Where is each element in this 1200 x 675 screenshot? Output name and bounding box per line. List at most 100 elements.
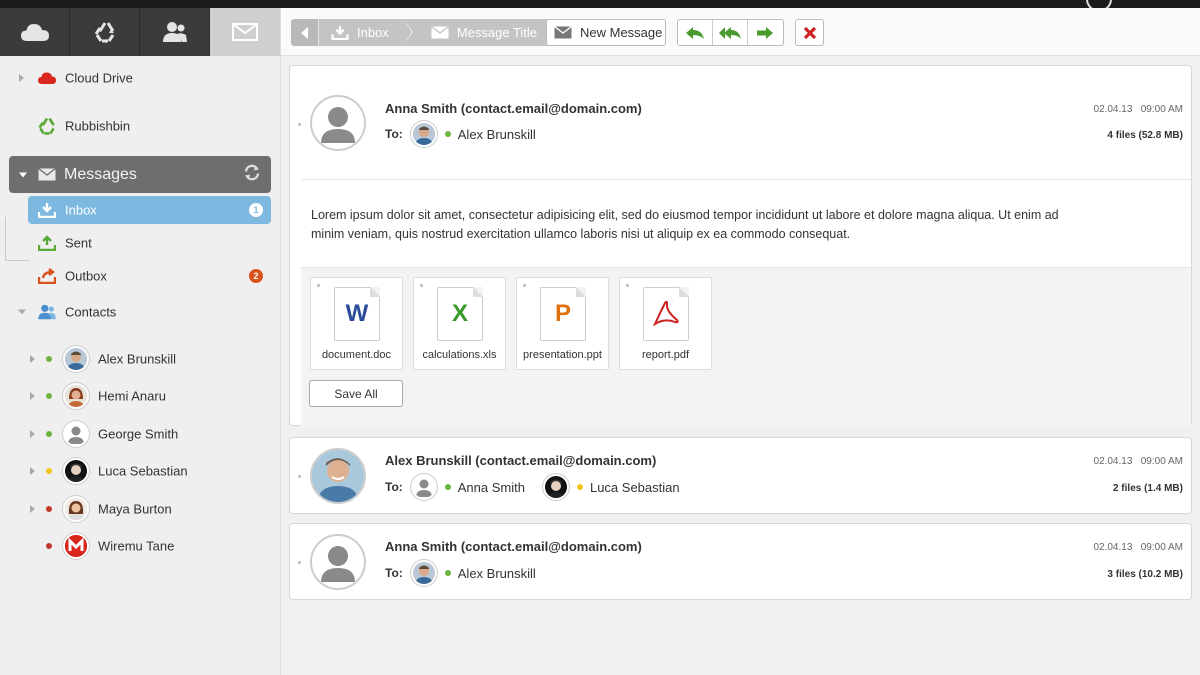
avatar [63,495,89,522]
outbox-badge: 2 [249,268,263,283]
recipient[interactable]: Alex Brunskill [410,560,536,586]
attachment-name: presentation.ppt [523,349,602,361]
chevron-right-icon[interactable] [30,504,35,513]
breadcrumb-inbox[interactable]: Inbox [318,19,413,46]
sender-name: Alex Brunskill (contact.email@domain.com… [385,453,657,468]
breadcrumb-label: Message Title [456,25,538,40]
forward-button[interactable] [748,20,783,45]
chevron-down-icon[interactable] [19,172,27,177]
avatar [410,474,437,500]
excel-file-icon: X [437,287,483,341]
cloud-icon [20,24,49,41]
inbox-icon [331,25,349,40]
message-date: 02.04.13 09:00 AM [1093,542,1183,553]
inbox-icon [37,201,57,219]
chevron-right-icon[interactable] [19,74,24,82]
chevron-right-icon[interactable] [30,467,35,476]
tab-messages[interactable] [210,8,280,56]
recipients: To: Alex Brunskill [385,121,554,147]
sender-name: Anna Smith (contact.email@domain.com) [385,101,642,116]
recipients: To: Anna Smith Luca Sebastian [385,474,698,500]
attachment-xls[interactable]: X calculations.xls [413,277,506,370]
avatar [410,560,437,586]
message-card[interactable]: Anna Smith (contact.email@domain.com) To… [289,523,1192,600]
contact-item[interactable]: Luca Sebastian [0,453,280,491]
sync-icon[interactable] [243,163,261,186]
sidebar-item-messages[interactable]: Messages [9,156,271,193]
tab-contacts[interactable] [140,8,210,56]
attachment-doc[interactable]: W document.doc [310,277,403,370]
avatar [542,474,569,500]
sidebar-item-inbox[interactable]: Inbox 1 [28,196,271,224]
to-label: To: [385,566,403,580]
new-message-button[interactable]: New Message [546,19,666,46]
recipient[interactable]: Anna Smith [410,474,525,500]
status-busy-dot [46,543,52,550]
status-online-dot [46,393,52,400]
recipients: To: Alex Brunskill [385,560,554,586]
contact-item[interactable]: George Smith [0,415,280,453]
app-tabs [0,8,280,56]
sender-avatar [310,95,366,151]
recipient[interactable]: Luca Sebastian [542,474,680,500]
reply-all-button[interactable] [713,20,748,45]
contact-item[interactable]: Hemi Anaru [0,378,280,416]
attachments-panel: W document.doc X calculations.xls P pres… [301,267,1191,427]
mail-icon [554,26,572,39]
sidebar-item-label: Messages [64,165,137,183]
sidebar-item-cloud-drive[interactable]: Cloud Drive [0,60,280,96]
recipient-name: Anna Smith [457,479,525,495]
attachment-ppt[interactable]: P presentation.ppt [516,277,609,370]
tab-rubbishbin[interactable] [70,8,140,56]
chevron-right-icon[interactable] [30,354,35,363]
sidebar-item-sent[interactable]: Sent [0,226,280,259]
outbox-icon [37,267,57,285]
powerpoint-file-icon: P [540,287,586,341]
status-busy-dot [46,505,52,512]
contacts-icon [37,303,57,321]
cloud-icon [37,69,57,87]
sidebar-item-label: Rubbishbin [65,118,131,134]
sidebar-item-label: Outbox [65,268,107,283]
sidebar-item-contacts[interactable]: Contacts [0,292,280,332]
avatar [410,121,437,147]
breadcrumb-message-title[interactable]: Message Title [402,19,552,46]
contact-item[interactable]: Alex Brunskill [0,340,280,378]
message-thread: Anna Smith (contact.email@domain.com) To… [281,56,1200,675]
contact-item[interactable]: Maya Burton [0,490,280,528]
chevron-left-icon [300,26,308,39]
delete-button[interactable] [795,19,824,46]
status-away-dot [576,484,583,490]
mail-icon [430,26,449,39]
file-count: 3 files (10.2 MB) [1107,569,1183,580]
save-all-button[interactable]: Save All [309,380,403,407]
contact-item[interactable]: Wiremu Tane [0,528,280,566]
status-away-dot [46,468,52,475]
sender-name: Anna Smith (contact.email@domain.com) [385,539,642,554]
back-button[interactable] [291,19,318,46]
contact-name: Hemi Anaru [98,388,166,404]
sidebar-item-rubbishbin[interactable]: Rubbishbin [0,96,280,156]
message-card-expanded[interactable]: Anna Smith (contact.email@domain.com) To… [289,65,1192,427]
reply-button[interactable] [678,20,713,45]
message-date: 02.04.13 09:00 AM [1093,104,1183,115]
recipient[interactable]: Alex Brunskill [410,121,536,147]
tab-cloud[interactable] [0,8,70,56]
sidebar-item-outbox[interactable]: Outbox 2 [0,259,280,292]
forward-icon [757,26,774,39]
sidebar: Cloud Drive Rubbishbin Messages Inbox 1 … [0,8,281,675]
new-message-label: New Message [580,25,663,40]
reply-icon [686,26,704,39]
chevron-right-icon[interactable] [30,429,35,438]
attachment-name: calculations.xls [422,349,497,361]
message-card[interactable]: Alex Brunskill (contact.email@domain.com… [289,437,1192,514]
breadcrumb: Inbox Message Title [291,19,552,46]
mail-icon [232,23,258,41]
sidebar-item-label: Cloud Drive [65,70,133,86]
attachment-pdf[interactable]: report.pdf [619,277,712,370]
status-online-dot [46,355,52,362]
chevron-down-icon[interactable] [18,309,26,315]
reply-all-icon [719,26,741,39]
avatar [63,345,89,372]
chevron-right-icon[interactable] [30,392,35,401]
